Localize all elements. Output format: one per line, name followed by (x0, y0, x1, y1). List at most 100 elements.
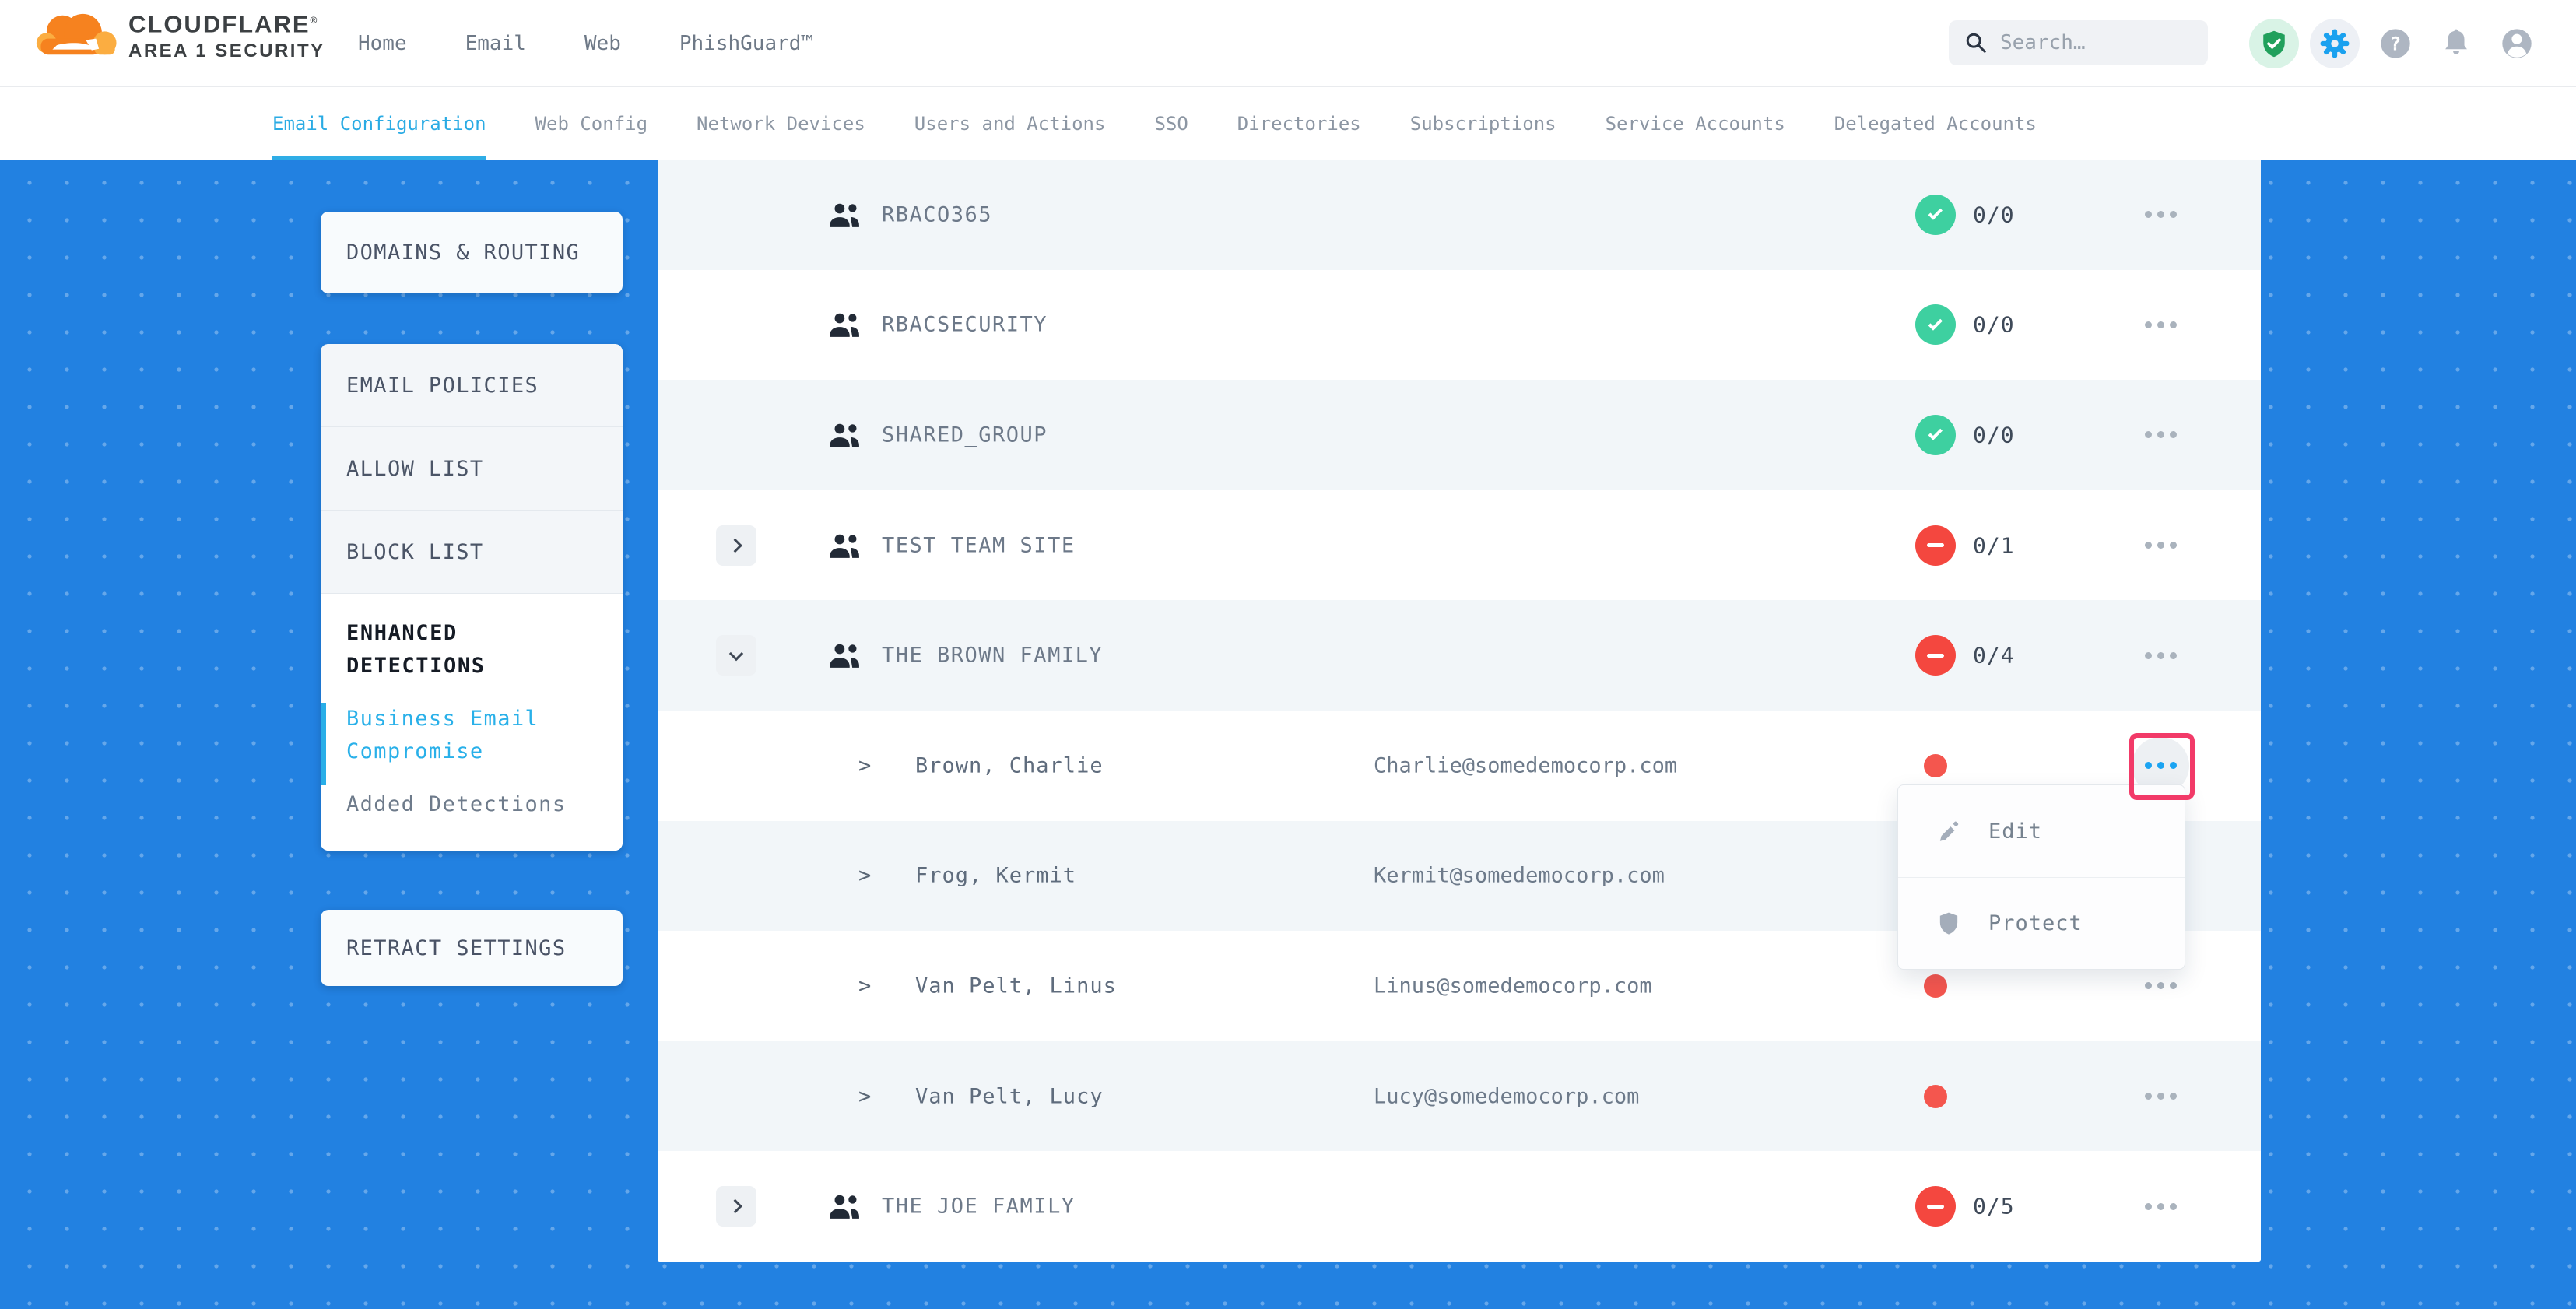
protected-count: 0/0 (1973, 202, 2015, 227)
logo-subtitle: AREA 1 SECURITY (128, 40, 325, 62)
member-marker: > (858, 1084, 871, 1108)
status-badge (1915, 415, 1956, 455)
status-badge (1915, 635, 1956, 676)
sidebar-item-allow-list[interactable]: ALLOW LIST (321, 427, 623, 511)
tab-subscriptions[interactable]: Subscriptions (1410, 87, 1556, 160)
logo-text: CLOUDFLARE® AREA 1 SECURITY (128, 6, 325, 62)
status-dot (1924, 1085, 1947, 1108)
nav-tabs: Email Configuration Web Config Network Dev… (272, 87, 2037, 160)
tab-delegated-accounts[interactable]: Delegated Accounts (1834, 87, 2037, 160)
group-name: THE JOE FAMILY (882, 1195, 1076, 1219)
group-row[interactable]: RBACO365 0/0 (658, 160, 2261, 270)
tab-directories[interactable]: Directories (1237, 87, 1361, 160)
chevron-icon (729, 647, 743, 661)
expand-toggle-button[interactable] (716, 1186, 756, 1227)
status-dot (1924, 754, 1947, 777)
row-context-menu: Edit Protect (1897, 784, 2185, 970)
group-name: RBACO365 (882, 202, 992, 226)
row-actions-button[interactable] (2132, 626, 2189, 684)
chevron-icon (728, 1199, 742, 1213)
click-highlight (2129, 733, 2195, 800)
shield-icon (1936, 911, 1962, 937)
row-actions-button[interactable] (2132, 1177, 2189, 1235)
sidebar-heading-enhanced-detections[interactable]: ENHANCED DETECTIONS (346, 617, 599, 683)
row-actions-button[interactable] (2132, 186, 2189, 244)
row-actions-button[interactable] (2132, 406, 2189, 464)
expand-toggle-button[interactable] (716, 635, 756, 676)
sidebar-card-retract: RETRACT SETTINGS (321, 910, 623, 986)
group-people-icon (827, 201, 862, 229)
nav-email[interactable]: Email (465, 32, 526, 55)
menu-item-edit-label: Edit (1988, 819, 2042, 844)
nav-web[interactable]: Web (584, 32, 621, 55)
page-background: CLOUDFLARE® AREA 1 SECURITY Home Email W… (0, 0, 2576, 1309)
expand-toggle-button[interactable] (716, 525, 756, 566)
group-people-icon (827, 1192, 862, 1220)
sidebar-item-added-detections[interactable]: Added Detections (346, 788, 599, 821)
tab-email-configuration[interactable]: Email Configuration (272, 87, 486, 160)
sidebar-item-retract-settings[interactable]: RETRACT SETTINGS (321, 910, 623, 986)
active-item-indicator (321, 703, 326, 785)
row-actions-button[interactable] (2132, 517, 2189, 574)
member-email: Kermit@somedemocorp.com (1374, 864, 1665, 888)
sidebar-card-policies: EMAIL POLICIES ALLOW LIST BLOCK LIST ENH… (321, 344, 623, 851)
nav-phishguard[interactable]: PhishGuard™ (679, 32, 813, 55)
registered-mark: ® (311, 15, 319, 26)
row-actions-button[interactable] (2132, 1068, 2189, 1125)
menu-item-protect-label: Protect (1988, 911, 2083, 935)
primary-nav: Home Email Web PhishGuard™ (358, 0, 813, 87)
gear-icon[interactable] (2310, 19, 2360, 68)
chevron-icon (728, 538, 742, 552)
member-marker: > (858, 974, 871, 998)
tab-service-accounts[interactable]: Service Accounts (1606, 87, 1785, 160)
protected-count: 0/1 (1973, 532, 2015, 558)
sidebar-item-business-email-compromise[interactable]: Business Email Compromise (346, 703, 599, 768)
member-name: Frog, Kermit (915, 864, 1076, 888)
member-row[interactable]: > Van Pelt, Lucy Lucy@somedemocorp.com (658, 1041, 2261, 1152)
svg-text:?: ? (2390, 33, 2402, 55)
tab-sso[interactable]: SSO (1154, 87, 1188, 160)
member-name: Van Pelt, Linus (915, 974, 1117, 998)
enhanced-detections-section: ENHANCED DETECTIONS Business Email Compr… (321, 594, 623, 851)
tab-web-config[interactable]: Web Config (535, 87, 648, 160)
user-icon[interactable] (2492, 19, 2542, 68)
search-icon (1964, 31, 1988, 54)
pencil-icon (1936, 818, 1962, 844)
menu-item-protect[interactable]: Protect (1898, 877, 2185, 969)
protected-count: 0/0 (1973, 422, 2015, 447)
sidebar-item-domains-routing[interactable]: DOMAINS & ROUTING (321, 212, 623, 293)
search-placeholder: Search… (2000, 31, 2086, 54)
bell-icon[interactable] (2431, 19, 2481, 68)
group-row[interactable]: THE JOE FAMILY 0/5 (658, 1151, 2261, 1262)
member-marker: > (858, 753, 871, 777)
header-icon-cluster: ? (2249, 19, 2542, 68)
member-name: Brown, Charlie (915, 753, 1104, 777)
group-row[interactable]: THE BROWN FAMILY 0/4 (658, 600, 2261, 711)
sidebar-item-email-policies[interactable]: EMAIL POLICIES (321, 344, 623, 427)
member-email: Linus@somedemocorp.com (1374, 974, 1652, 998)
protected-count: 0/4 (1973, 643, 2015, 669)
logo-brand: CLOUDFLARE® (128, 6, 325, 38)
status-badge (1915, 195, 1956, 235)
cloudflare-cloud-icon (35, 11, 122, 59)
row-actions-button[interactable] (2132, 296, 2189, 353)
group-row[interactable]: SHARED_GROUP 0/0 (658, 380, 2261, 490)
help-icon[interactable]: ? (2371, 19, 2420, 68)
nav-home[interactable]: Home (358, 32, 407, 55)
search-input[interactable]: Search… (1949, 20, 2208, 65)
group-row[interactable]: RBACSECURITY 0/0 (658, 270, 2261, 381)
cloudflare-logo[interactable]: CLOUDFLARE® AREA 1 SECURITY (35, 6, 325, 62)
member-email: Lucy@somedemocorp.com (1374, 1084, 1639, 1108)
group-people-icon (827, 311, 862, 339)
group-row[interactable]: TEST TEAM SITE 0/1 (658, 490, 2261, 601)
tab-users-and-actions[interactable]: Users and Actions (914, 87, 1106, 160)
tab-network-devices[interactable]: Network Devices (697, 87, 865, 160)
sidebar-card-domains: DOMAINS & ROUTING (321, 212, 623, 293)
group-name: TEST TEAM SITE (882, 533, 1076, 557)
status-badge (1915, 525, 1956, 566)
member-email: Charlie@somedemocorp.com (1374, 753, 1677, 777)
member-marker: > (858, 864, 871, 888)
sidebar-item-block-list[interactable]: BLOCK LIST (321, 511, 623, 594)
group-name: RBACSECURITY (882, 313, 1048, 337)
shield-check-icon[interactable] (2249, 19, 2299, 68)
